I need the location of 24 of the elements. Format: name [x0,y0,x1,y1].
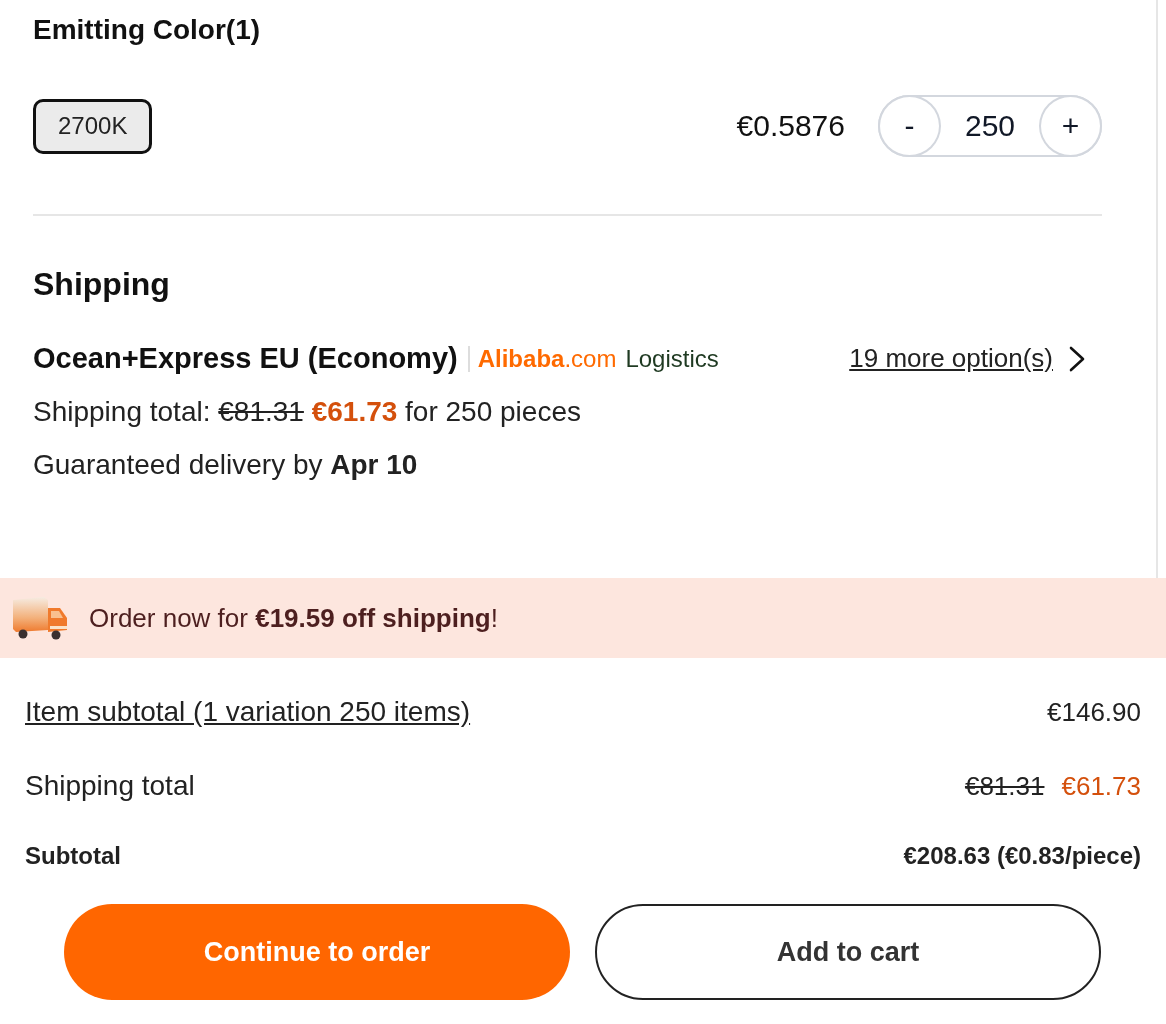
variant-option[interactable]: 2700K [33,98,153,154]
add-to-cart-button[interactable]: Add to cart [595,904,1101,1000]
more-options-link[interactable]: 19 more option(s) [849,343,1053,374]
subtotal-price: €208.63 (€0.83/piece) [903,842,1141,870]
decrement-button[interactable]: - [878,95,941,157]
quantity-stepper[interactable]: - 250 + [878,95,1102,157]
unit-price: €0.5876 [736,109,845,143]
item-subtotal-price: €146.90 [1047,696,1141,728]
discounted-price: €61.73 [1061,770,1141,802]
quantity-value[interactable]: 250 [964,109,1016,143]
carrier-logo: Alibaba.com Logistics [467,345,719,372]
truck-icon [10,594,70,642]
section-title: Emitting Color(1) [33,13,261,47]
original-price: €81.31 [964,770,1045,802]
summary-label: Subtotal [25,842,121,870]
shipping-method: Ocean+Express EU (Economy) [33,342,458,375]
section-title: Shipping [33,265,170,303]
chevron-right-icon[interactable] [1068,344,1086,373]
delivery-text: Guaranteed delivery by Apr 10 [33,448,418,482]
increment-button[interactable]: + [1039,95,1102,157]
shipping-total-text: Shipping total: €81.31 €61.73 for 250 pieces [33,395,581,429]
promo-text: Order now for €19.59 off shipping! [89,602,498,634]
summary-label: Shipping total [25,770,195,802]
item-subtotal-link[interactable]: Item subtotal (1 variation 250 items) [25,696,471,728]
